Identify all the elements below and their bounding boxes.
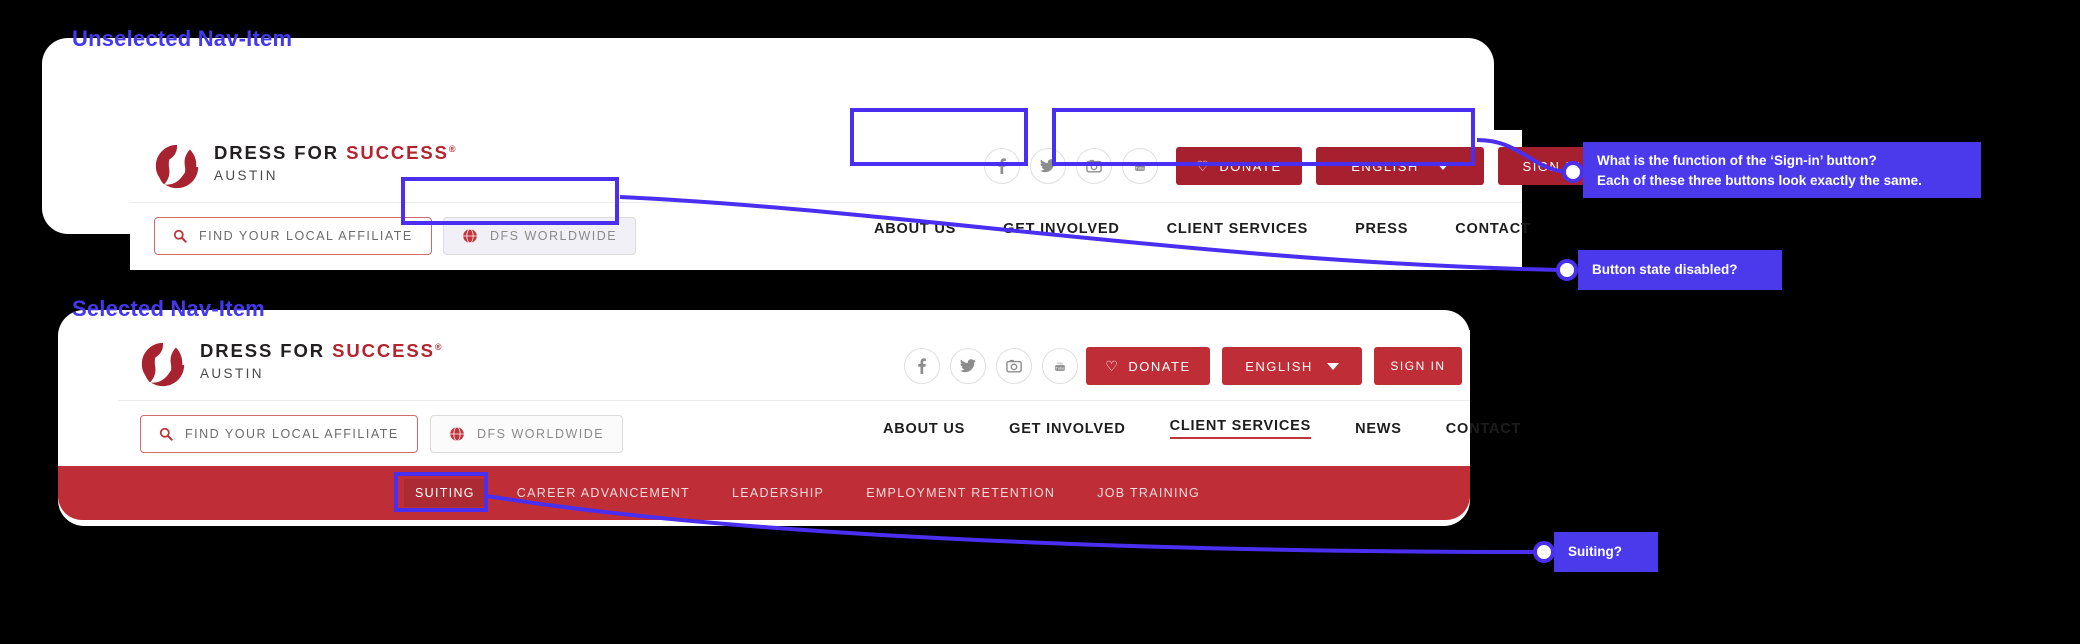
nav-item-get-involved[interactable]: GET INVOLVED: [1009, 421, 1125, 437]
sign-in-label-2: SIGN IN: [1390, 359, 1446, 373]
svg-text:Tube: Tube: [1135, 166, 1145, 171]
logo[interactable]: DRESS FOR SUCCESS® AUSTIN: [154, 142, 458, 190]
brand-name-part1: DRESS FOR: [214, 142, 347, 163]
globe-icon: [449, 426, 465, 442]
sub-nav-bar: SUITING CAREER ADVANCEMENT LEADERSHIP EM…: [58, 466, 1470, 520]
dfs-worldwide-button-2[interactable]: DFS WORLDWIDE: [430, 415, 624, 453]
dfs-worldwide-label: DFS WORLDWIDE: [490, 229, 618, 243]
nav-item-news[interactable]: NEWS: [1355, 421, 1402, 437]
brand-name-part2: SUCCESS: [332, 340, 435, 361]
svg-text:You: You: [1057, 360, 1064, 365]
find-local-affiliate-label-2: FIND YOUR LOCAL AFFILIATE: [185, 427, 399, 441]
subnav-item-employment-retention[interactable]: EMPLOYMENT RETENTION: [855, 479, 1066, 507]
site-header-selected: DRESS FOR SUCCESS® AUSTIN FIND YOUR LOCA…: [118, 330, 1520, 466]
logo-wordmark: DRESS FOR SUCCESS® AUSTIN: [214, 142, 458, 183]
youtube-icon[interactable]: You Tube: [1122, 148, 1158, 184]
nav-item-contact[interactable]: CONTACT: [1455, 221, 1530, 237]
nav-item-get-involved[interactable]: GET INVOLVED: [1003, 221, 1119, 237]
svg-text:You: You: [1137, 160, 1144, 165]
subnav-item-leadership[interactable]: LEADERSHIP: [721, 479, 835, 507]
dfs-worldwide-label-2: DFS WORLDWIDE: [477, 427, 605, 441]
sign-in-button-2[interactable]: SIGN IN: [1374, 347, 1462, 385]
facebook-icon[interactable]: [984, 148, 1020, 184]
social-links-group: You Tube: [984, 148, 1158, 184]
main-nav-selected: ABOUT US GET INVOLVED CLIENT SERVICES NE…: [883, 418, 1521, 439]
dress-for-success-logo-icon: [155, 144, 199, 189]
subnav-item-job-training[interactable]: JOB TRAINING: [1086, 479, 1211, 507]
chapter-name-2: AUSTIN: [200, 365, 264, 381]
donate-button[interactable]: ♡ DONATE: [1176, 147, 1302, 185]
label-selected-nav-item: Selected Nav-Item: [72, 296, 265, 321]
header-card-unselected: Unselected Nav-Item DRESS FOR SUCCESS® A…: [42, 26, 1606, 270]
find-local-affiliate-label: FIND YOUR LOCAL AFFILIATE: [199, 229, 413, 243]
heart-icon: ♡: [1196, 158, 1211, 174]
logo-wordmark-2: DRESS FOR SUCCESS® AUSTIN: [200, 340, 444, 381]
nav-item-client-services[interactable]: CLIENT SERVICES: [1167, 221, 1308, 237]
search-icon: [159, 427, 173, 441]
site-header-unselected: DRESS FOR SUCCESS® AUSTIN FIND YOUR LOCA…: [130, 130, 1606, 270]
dress-for-success-logo-icon: [141, 342, 185, 387]
heart-icon: ♡: [1105, 358, 1120, 374]
logo-2[interactable]: DRESS FOR SUCCESS® AUSTIN: [140, 340, 444, 388]
chevron-down-icon: [1326, 362, 1339, 370]
youtube-icon[interactable]: You Tube: [1042, 348, 1078, 384]
twitter-icon[interactable]: [950, 348, 986, 384]
language-label: ENGLISH: [1351, 158, 1419, 174]
facebook-icon[interactable]: [904, 348, 940, 384]
nav-item-contact[interactable]: CONTACT: [1446, 421, 1521, 437]
nav-item-about-us[interactable]: ABOUT US: [883, 421, 965, 437]
nav-item-about-us[interactable]: ABOUT US: [874, 221, 956, 237]
find-local-affiliate-button[interactable]: FIND YOUR LOCAL AFFILIATE: [154, 217, 432, 255]
subnav-item-career-advancement[interactable]: CAREER ADVANCEMENT: [506, 479, 701, 507]
label-unselected-nav-item: Unselected Nav-Item: [72, 26, 293, 51]
donate-button-2[interactable]: ♡ DONATE: [1086, 347, 1210, 385]
language-label-2: ENGLISH: [1245, 358, 1313, 374]
svg-text:Tube: Tube: [1055, 366, 1065, 371]
twitter-icon[interactable]: [1030, 148, 1066, 184]
note-signin-function: What is the function of the ‘Sign-in’ bu…: [1583, 142, 1981, 198]
search-icon: [173, 229, 187, 243]
header-divider: [130, 202, 1522, 203]
find-local-affiliate-button-2[interactable]: FIND YOUR LOCAL AFFILIATE: [140, 415, 418, 453]
globe-icon: [462, 228, 478, 244]
chapter-name: AUSTIN: [214, 167, 278, 183]
sign-in-label: SIGN IN: [1522, 158, 1582, 174]
brand-name-part1: DRESS FOR: [200, 340, 333, 361]
main-nav-unselected: ABOUT US GET INVOLVED CLIENT SERVICES PR…: [874, 221, 1531, 237]
instagram-icon[interactable]: [1076, 148, 1112, 184]
instagram-icon[interactable]: [996, 348, 1032, 384]
header-card-selected: Selected Nav-Item DRESS FOR SUCCESS® AUS…: [58, 296, 1520, 526]
brand-name-part2: SUCCESS: [346, 142, 449, 163]
subnav-item-suiting[interactable]: SUITING: [404, 479, 486, 507]
registered-mark: ®: [448, 143, 458, 154]
social-links-group-2: You Tube: [904, 348, 1078, 384]
language-select-2[interactable]: ENGLISH: [1222, 347, 1362, 385]
registered-mark: ®: [434, 341, 444, 352]
chevron-down-icon: [1436, 162, 1449, 170]
donate-label-2: DONATE: [1128, 358, 1191, 374]
note-button-state-disabled: Button state disabled?: [1578, 250, 1782, 290]
nav-item-client-services[interactable]: CLIENT SERVICES: [1169, 418, 1312, 439]
note-suiting: Suiting?: [1554, 532, 1658, 572]
donate-label: DONATE: [1219, 158, 1282, 174]
header-divider-2: [118, 400, 1470, 401]
nav-item-press[interactable]: PRESS: [1355, 221, 1408, 237]
language-select[interactable]: ENGLISH: [1316, 147, 1484, 185]
dfs-worldwide-button[interactable]: DFS WORLDWIDE: [443, 217, 637, 255]
